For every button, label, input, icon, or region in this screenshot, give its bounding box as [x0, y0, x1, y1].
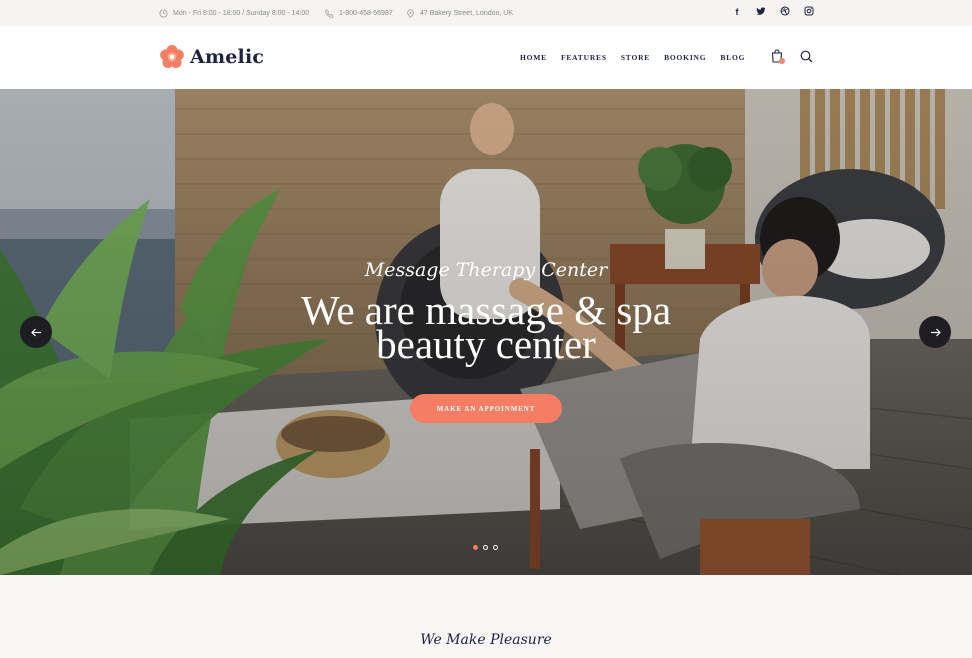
instagram-icon[interactable]	[804, 6, 814, 18]
dribbble-icon[interactable]	[780, 6, 790, 18]
nav-store[interactable]: STORE	[621, 53, 650, 62]
hero-title-line-2: beauty center	[376, 321, 596, 367]
arrow-left-icon	[30, 328, 41, 336]
opening-hours: Mon - Fri 8:00 - 18:00 / Sunday 8:00 - 1…	[159, 0, 309, 26]
nav-home[interactable]: HOME	[520, 53, 547, 62]
social-links: f	[732, 6, 814, 18]
slider-pagination	[473, 545, 498, 550]
cart-badge	[779, 58, 785, 64]
make-appointment-button[interactable]: MAKE AN APPOINMENT	[410, 394, 562, 423]
section-subtitle: We Make Pleasure	[420, 632, 552, 648]
slide-dot-3[interactable]	[493, 545, 498, 550]
hero-title: We are massage & spa beauty center	[0, 290, 972, 367]
address-text: 47 Bakery Street, London, UK	[420, 9, 513, 17]
prev-slide-button[interactable]	[20, 316, 52, 348]
slide-dot-2[interactable]	[483, 545, 488, 550]
flower-logo-icon	[160, 45, 184, 68]
nav-booking[interactable]: BOOKING	[664, 53, 706, 62]
phone-icon	[325, 8, 334, 18]
nav-blog[interactable]: BLOG	[720, 53, 745, 62]
address: 47 Bakery Street, London, UK	[406, 0, 513, 26]
logo[interactable]: Amelic	[159, 44, 264, 70]
hero-slider: Message Therapy Center We are massage & …	[0, 89, 972, 575]
next-slide-button[interactable]	[919, 316, 951, 348]
hero-subtitle: Message Therapy Center	[364, 259, 608, 281]
opening-hours-text: Mon - Fri 8:00 - 18:00 / Sunday 8:00 - 1…	[173, 9, 310, 17]
location-pin-icon	[407, 8, 414, 18]
search-button[interactable]	[800, 50, 813, 68]
slide-dot-1[interactable]	[473, 545, 478, 550]
top-info-bar: Mon - Fri 8:00 - 18:00 / Sunday 8:00 - 1…	[0, 0, 972, 26]
logo-text: Amelic	[190, 46, 265, 68]
nav-features[interactable]: FEATURES	[561, 53, 607, 62]
main-nav: HOME FEATURES STORE BOOKING BLOG	[520, 53, 759, 62]
arrow-right-icon	[930, 328, 941, 336]
phone-text: 1-800-458-56987	[339, 9, 393, 17]
cart-button[interactable]	[771, 49, 785, 68]
site-header: Amelic HOME FEATURES STORE BOOKING BLOG	[0, 26, 972, 89]
clock-icon	[159, 8, 168, 18]
phone[interactable]: 1-800-458-56987	[325, 0, 393, 26]
twitter-icon[interactable]	[756, 6, 766, 18]
facebook-icon[interactable]: f	[732, 6, 742, 18]
search-icon	[800, 50, 813, 63]
